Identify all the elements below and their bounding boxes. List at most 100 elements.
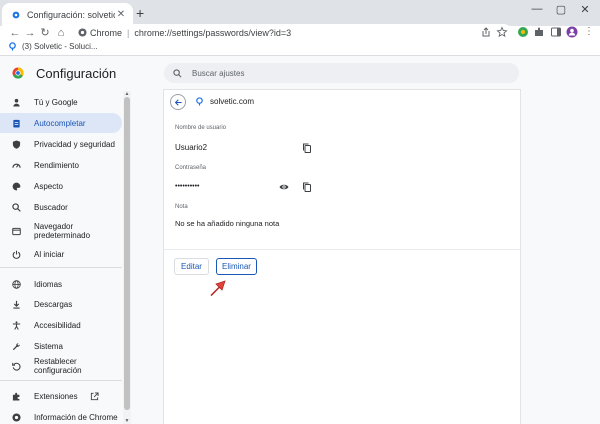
page-title: Configuración <box>36 66 117 81</box>
sidebar-item-label: Accesibilidad <box>34 320 81 330</box>
password-value: •••••••••• <box>175 183 200 190</box>
minimize-button[interactable]: — <box>527 3 547 15</box>
accessibility-icon <box>12 320 21 330</box>
bookmark-label: (3) Solvetic - Soluci... <box>22 42 98 51</box>
chrome-icon <box>78 28 87 37</box>
settings-gear-icon <box>12 11 20 18</box>
share-icon[interactable] <box>480 26 492 38</box>
home-button[interactable]: ⌂ <box>54 26 68 40</box>
extension-icon[interactable] <box>517 26 529 38</box>
back-arrow-button[interactable] <box>170 94 186 110</box>
sidebar-item-appearance[interactable]: Aspecto <box>0 179 122 193</box>
sidebar-item-autofill[interactable]: Autocompletar <box>0 113 122 133</box>
sidebar-item-label: Extensiones <box>34 391 78 401</box>
sidebar-item-label: Información de Chrome <box>34 412 118 422</box>
settings-sidebar: Tú y Google Autocompletar Privacidad y s… <box>0 90 123 424</box>
sidebar-item-label: Restablecer configuración <box>34 357 82 375</box>
sidebar-item-about-chrome[interactable]: Información de Chrome <box>0 410 122 424</box>
sidebar-item-performance[interactable]: Rendimiento <box>0 158 122 172</box>
search-icon <box>12 202 21 212</box>
site-key-icon <box>196 97 203 106</box>
reload-button[interactable]: ↻ <box>38 26 52 40</box>
puzzle-icon <box>12 392 20 401</box>
sidebar-item-label: Privacidad y seguridad <box>34 139 115 149</box>
autofill-icon <box>13 119 20 128</box>
scroll-down-icon[interactable]: ▼ <box>123 418 131 424</box>
tab-settings[interactable]: Configuración: solvetic.com ✕ <box>2 3 133 26</box>
arrow-left-icon <box>174 98 182 106</box>
browser-icon <box>12 227 21 235</box>
shield-icon <box>12 139 21 149</box>
tab-strip: Configuración: solvetic.com ✕ + — ▢ ✕ <box>0 0 600 26</box>
sidebar-item-system[interactable]: Sistema <box>0 339 122 353</box>
address-bar[interactable]: Chrome | chrome://settings/passwords/vie… <box>72 24 512 41</box>
download-icon <box>13 300 20 309</box>
sidebar-item-search-engine[interactable]: Buscador <box>0 200 122 214</box>
sidebar-item-reset[interactable]: Restablecer configuración <box>0 357 122 375</box>
copy-username-icon[interactable] <box>302 143 312 153</box>
toolbar: ← → ↻ ⌂ Chrome | chrome://settings/passw… <box>0 24 600 41</box>
sidebar-item-label: Buscador <box>34 202 68 212</box>
sidebar-item-downloads[interactable]: Descargas <box>0 297 122 311</box>
card-divider <box>164 249 520 250</box>
forward-button[interactable]: → <box>23 26 37 40</box>
star-icon[interactable] <box>496 26 508 38</box>
palette-icon <box>12 182 21 190</box>
tab-title: Configuración: solvetic.com <box>27 9 115 20</box>
sidebar-item-languages[interactable]: Idiomas <box>0 277 122 291</box>
person-icon <box>13 98 20 107</box>
tab-close-icon[interactable]: ✕ <box>115 9 127 20</box>
sidebar-item-extensions[interactable]: Extensiones <box>0 389 122 403</box>
globe-icon <box>12 279 21 289</box>
sidebar-item-label: Rendimiento <box>34 160 79 170</box>
reset-icon <box>12 362 21 371</box>
note-value: No se ha añadido ninguna nota <box>175 219 280 228</box>
extensions-puzzle-icon[interactable] <box>533 26 545 38</box>
settings-header: Configuración <box>0 56 600 90</box>
edit-button[interactable]: Editar <box>174 258 209 275</box>
maximize-button[interactable]: ▢ <box>551 3 571 16</box>
sidebar-item-default-browser[interactable]: Navegador predeterminado <box>0 220 122 242</box>
chrome-icon <box>12 412 21 422</box>
menu-kebab-icon[interactable]: ⋮ <box>583 26 595 38</box>
password-detail-card <box>164 90 520 424</box>
username-value: Usuario2 <box>175 143 208 152</box>
sidebar-divider <box>0 380 122 381</box>
sidebar-scrollbar[interactable]: ▲ ▼ <box>123 91 131 424</box>
sidebar-item-accessibility[interactable]: Accesibilidad <box>0 318 122 332</box>
solvetic-logo-icon <box>9 42 16 51</box>
sidebar-item-label: Autocompletar <box>34 118 86 128</box>
delete-button[interactable]: Eliminar <box>216 258 257 275</box>
red-pointer-arrow-icon <box>210 280 226 297</box>
sidebar-item-on-startup[interactable]: Al iniciar <box>0 247 122 261</box>
bookmark-solvetic[interactable]: (3) Solvetic - Soluci... <box>8 42 98 51</box>
show-password-eye-icon[interactable] <box>279 182 289 192</box>
profile-avatar[interactable] <box>566 26 578 38</box>
external-link-icon <box>90 391 99 400</box>
speedometer-icon <box>12 163 21 168</box>
chrome-logo-icon <box>12 67 24 79</box>
note-label: Nota <box>175 204 188 210</box>
wrench-icon <box>12 342 20 350</box>
sidebar-item-label: Al iniciar <box>34 249 65 259</box>
username-label: Nombre de usuario <box>175 125 227 131</box>
settings-search[interactable] <box>164 63 519 83</box>
sidebar-item-you-and-google[interactable]: Tú y Google <box>0 95 122 109</box>
back-button[interactable]: ← <box>8 26 22 40</box>
side-panel-icon[interactable] <box>550 26 562 38</box>
search-input[interactable] <box>192 68 492 78</box>
scroll-thumb[interactable] <box>124 97 130 410</box>
sidebar-item-label: Navegador predeterminado <box>34 222 91 240</box>
close-window-button[interactable]: ✕ <box>575 3 595 16</box>
password-label: Contraseña <box>175 165 207 171</box>
power-icon <box>12 250 21 259</box>
search-icon <box>173 68 182 77</box>
sidebar-item-label: Idiomas <box>34 279 63 289</box>
sidebar-item-privacy[interactable]: Privacidad y seguridad <box>0 137 122 151</box>
sidebar-divider <box>0 267 122 268</box>
copy-password-icon[interactable] <box>302 182 312 192</box>
sidebar-item-label: Aspecto <box>34 181 63 191</box>
new-tab-button[interactable]: + <box>136 6 144 20</box>
url-separator: | <box>127 27 130 38</box>
bookmarks-bar: (3) Solvetic - Soluci... <box>0 40 600 56</box>
